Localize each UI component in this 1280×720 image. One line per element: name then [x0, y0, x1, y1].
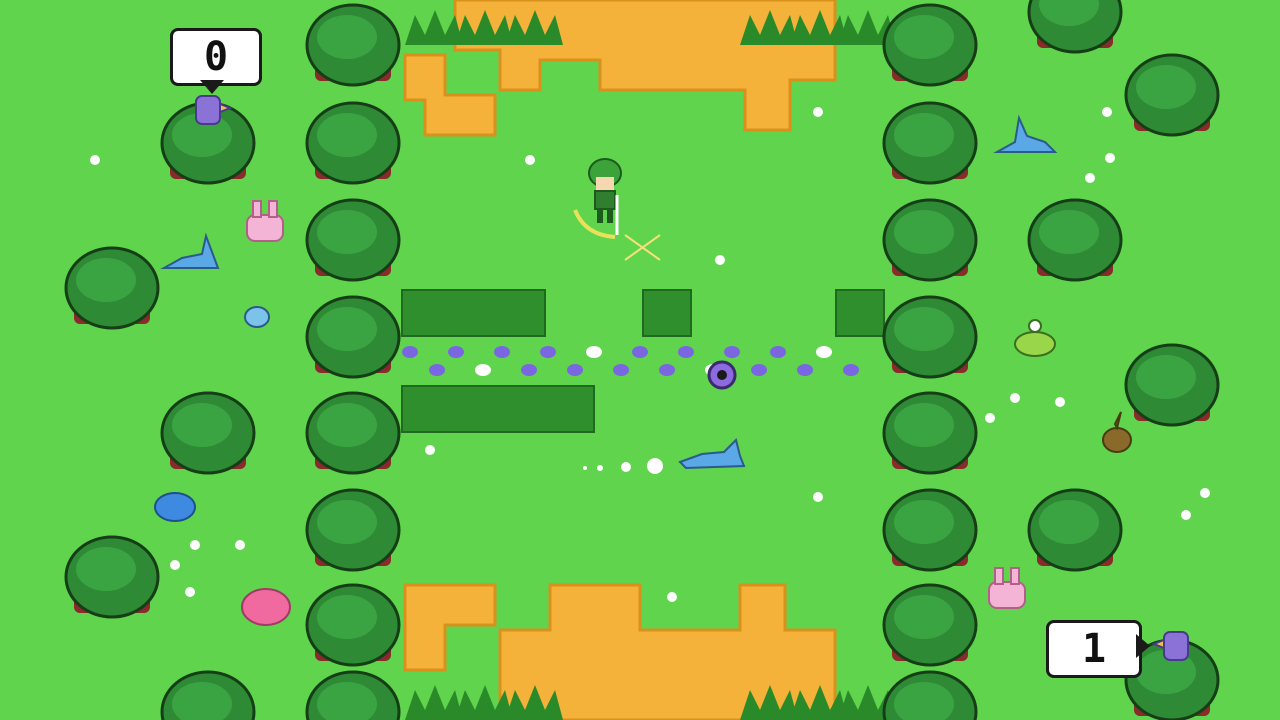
flower: [475, 364, 491, 376]
flower: [678, 346, 694, 358]
white-flower: [1102, 107, 1112, 117]
tree: [305, 391, 401, 475]
white-flower: [1200, 488, 1210, 498]
tree: [1027, 488, 1123, 572]
pink-bunny-enemy[interactable]: [988, 567, 1026, 609]
flower: [494, 346, 510, 358]
white-flower: [1085, 173, 1095, 183]
brown-sprout-enemy[interactable]: [1102, 411, 1132, 453]
white-flower: [235, 540, 245, 550]
green-slime-enemy[interactable]: [1014, 319, 1056, 357]
flower-row: [402, 346, 859, 376]
flower: [724, 346, 740, 358]
flower: [402, 346, 418, 358]
tree: [882, 670, 978, 720]
player-character[interactable]: [573, 158, 622, 239]
dash-trail: [583, 458, 663, 474]
tree: [160, 670, 256, 720]
score-right-tail: [1136, 634, 1150, 658]
tree: [305, 583, 401, 667]
tree: [882, 391, 978, 475]
white-flower: [985, 413, 995, 423]
score-left-tail: [200, 80, 224, 94]
tree: [882, 198, 978, 282]
tree: [305, 295, 401, 379]
playfield: [64, 0, 1220, 720]
trees: [64, 0, 1220, 720]
blue-fox-enemy[interactable]: [993, 114, 1058, 153]
white-flower: [1010, 393, 1020, 403]
white-flower: [90, 155, 100, 165]
white-flower: [425, 445, 435, 455]
flower: [659, 364, 675, 376]
tree: [305, 198, 401, 282]
tree: [1124, 343, 1220, 427]
flower: [770, 346, 786, 358]
flower: [586, 346, 602, 358]
tree: [882, 101, 978, 185]
white-flower: [1055, 397, 1065, 407]
tree: [64, 535, 160, 619]
tree: [1027, 0, 1123, 54]
flower: [540, 346, 556, 358]
white-flower: [813, 107, 823, 117]
tree: [1027, 198, 1123, 282]
flower: [521, 364, 537, 376]
white-flower: [813, 492, 823, 502]
flower: [429, 364, 445, 376]
purple-orb-pickup[interactable]: [707, 360, 737, 390]
blue-fox-enemy[interactable]: [160, 232, 220, 269]
pink-bunny-enemy[interactable]: [246, 200, 284, 242]
tree: [882, 295, 978, 379]
white-flower: [715, 255, 725, 265]
tree: [305, 488, 401, 572]
player-two-score: 1: [1046, 620, 1142, 678]
flower: [751, 364, 767, 376]
tree: [305, 101, 401, 185]
white-flower: [185, 587, 195, 597]
tree: [882, 488, 978, 572]
flower: [632, 346, 648, 358]
tree: [882, 583, 978, 667]
tree: [160, 391, 256, 475]
white-flower: [667, 592, 677, 602]
white-flower: [170, 560, 180, 570]
player-one-score: 0: [170, 28, 262, 86]
flower: [816, 346, 832, 358]
flower: [613, 364, 629, 376]
tall-grass: [401, 289, 885, 433]
white-flower: [1181, 510, 1191, 520]
flower: [843, 364, 859, 376]
tree: [305, 3, 401, 87]
flower: [567, 364, 583, 376]
white-flower: [1105, 153, 1115, 163]
blue-slime-enemy[interactable]: [154, 492, 196, 522]
tree: [882, 3, 978, 87]
tree: [1124, 53, 1220, 137]
flower: [448, 346, 464, 358]
white-flower: [525, 155, 535, 165]
blue-fox-enemy[interactable]: [678, 438, 746, 470]
white-flower: [190, 540, 200, 550]
pink-blob-enemy[interactable]: [241, 588, 291, 626]
blue-wisp-enemy[interactable]: [244, 306, 270, 328]
tree: [64, 246, 160, 330]
tree: [305, 670, 401, 720]
flower: [797, 364, 813, 376]
game-screen[interactable]: 0 1: [0, 0, 1280, 720]
hit-sparkle: [624, 234, 661, 261]
